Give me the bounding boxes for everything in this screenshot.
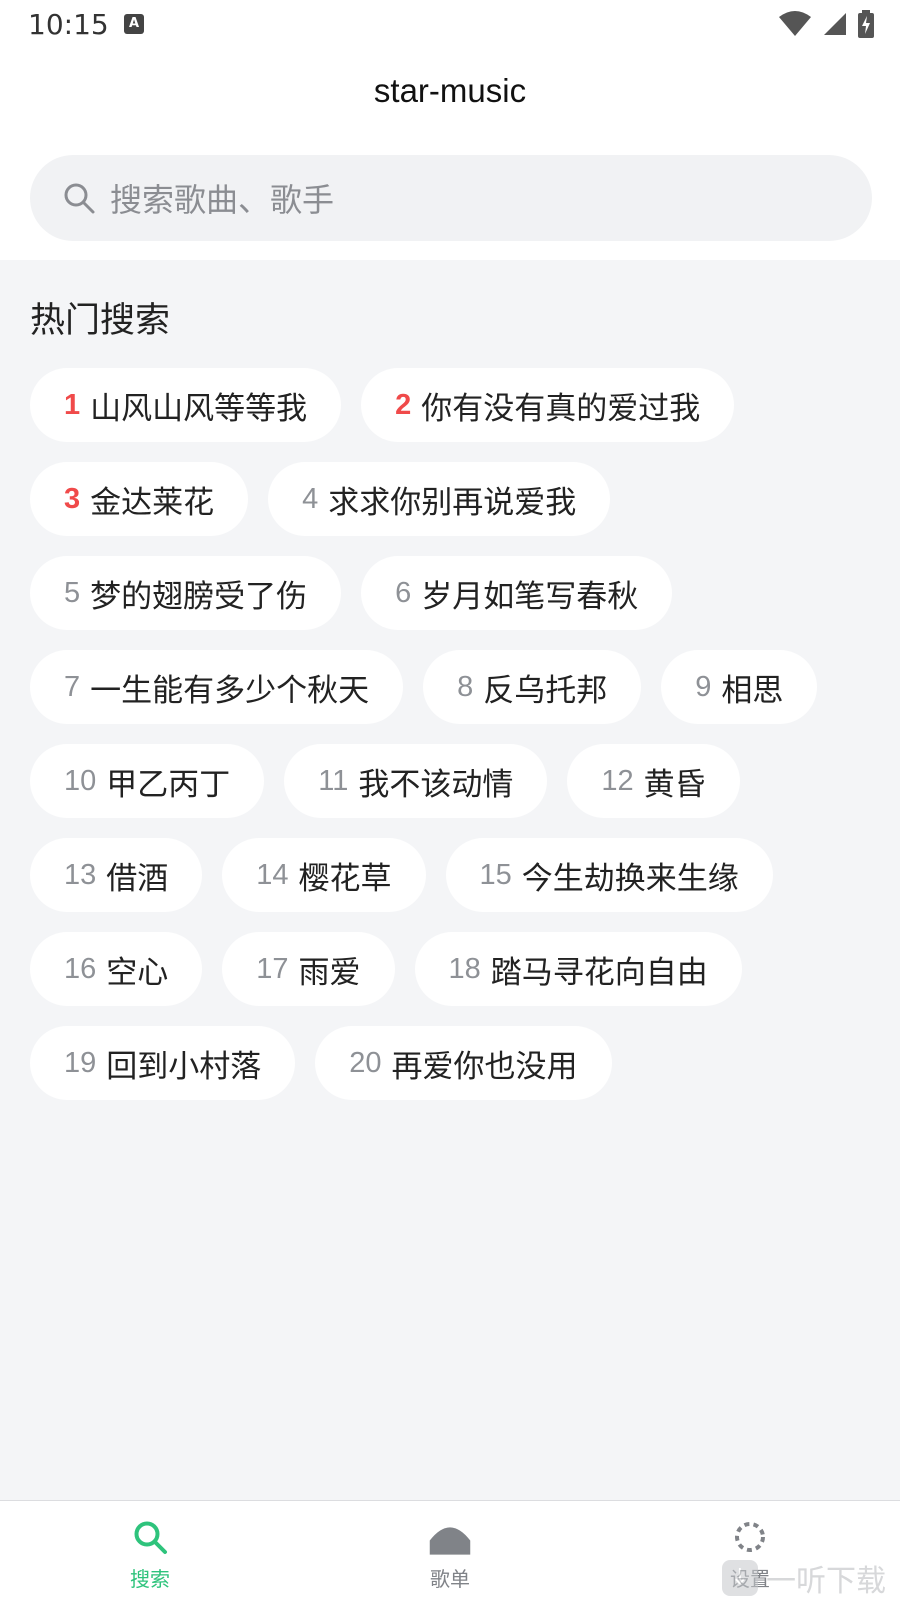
tag-text: 空心	[106, 954, 169, 991]
hot-search-title: 热门搜索	[30, 301, 171, 341]
search-input[interactable]: 搜索歌曲、歌手	[30, 155, 872, 241]
tag-text: 一生能有多少个秋天	[90, 672, 370, 709]
tag-rank: 12	[601, 764, 634, 797]
hot-search-tag[interactable]: 12 黄昏	[567, 744, 740, 818]
tag-rank: 4	[302, 482, 319, 515]
hot-search-tag[interactable]: 14 樱花草	[222, 838, 426, 912]
hot-search-tag[interactable]: 16 空心	[30, 932, 203, 1006]
search-icon	[134, 1521, 167, 1554]
tab-label: 歌单	[430, 1567, 470, 1591]
app-title: star-music	[373, 72, 527, 109]
tag-rank: 19	[64, 1046, 97, 1079]
status-icons	[778, 10, 874, 38]
tab-playlist[interactable]: 歌单	[390, 1501, 510, 1601]
tag-rank: 9	[695, 670, 712, 703]
tag-rank: 18	[448, 952, 481, 985]
status-bar: 10:15 A	[0, 0, 900, 50]
tag-text: 黄昏	[643, 766, 706, 803]
hot-search-tag[interactable]: 18 踏马寻花向自由	[414, 932, 742, 1006]
hot-search-tag[interactable]: 19 回到小村落	[30, 1026, 296, 1100]
tag-rank: 17	[256, 952, 289, 985]
tag-rank: 8	[457, 670, 474, 703]
hot-search-tag[interactable]: 6 岁月如笔写春秋	[361, 556, 673, 630]
hot-search-tag[interactable]: 9 相思	[661, 650, 818, 724]
tag-rank: 13	[64, 858, 97, 891]
tag-text: 求求你别再说爱我	[328, 484, 577, 521]
tag-rank: 14	[256, 858, 289, 891]
hot-search-tag[interactable]: 15 今生劫换来生缘	[445, 838, 773, 912]
hot-search-tag[interactable]: 4 求求你别再说爱我	[268, 462, 611, 536]
tag-rank: 3	[64, 482, 81, 515]
tag-text: 借酒	[106, 860, 169, 897]
tag-rank: 11	[318, 764, 349, 797]
notification-icon: A	[124, 14, 144, 34]
tag-rank: 16	[64, 952, 97, 985]
hot-search-tag[interactable]: 13 借酒	[30, 838, 203, 912]
search-placeholder: 搜索歌曲、歌手	[110, 181, 335, 219]
watermark-text: 一听下载	[766, 1564, 886, 1599]
header: star-music 搜索歌曲、歌手	[0, 50, 900, 260]
tag-rank: 15	[479, 858, 512, 891]
tab-search[interactable]: 搜索	[90, 1501, 210, 1601]
wifi-icon	[779, 11, 811, 36]
tag-text: 相思	[721, 672, 784, 709]
hot-search-tag[interactable]: 3 金达莱花	[30, 462, 249, 536]
tag-text: 山风山风等等我	[90, 390, 308, 427]
hot-search-tag[interactable]: 8 反乌托邦	[423, 650, 642, 724]
tag-rank: 6	[395, 576, 412, 609]
tag-text: 岁月如笔写春秋	[421, 578, 639, 615]
tag-rank: 7	[64, 670, 81, 703]
tag-text: 再爱你也没用	[391, 1048, 578, 1085]
hot-search-tag[interactable]: 10 甲乙丙丁	[30, 744, 265, 818]
hot-search-tag[interactable]: 20 再爱你也没用	[315, 1026, 612, 1100]
tag-text: 回到小村落	[106, 1048, 262, 1085]
tag-rank: 1	[64, 388, 81, 421]
tag-text: 梦的翅膀受了伤	[90, 578, 308, 615]
hot-search-tag[interactable]: 7 一生能有多少个秋天	[30, 650, 404, 724]
hot-search-tag[interactable]: 11 我不该动情	[284, 744, 548, 818]
tag-text: 雨爱	[298, 954, 361, 991]
status-time: 10:15	[28, 8, 109, 41]
tag-rank: 5	[64, 576, 81, 609]
tag-text: 今生劫换来生缘	[521, 860, 739, 897]
tag-text: 甲乙丙丁	[106, 766, 231, 803]
hot-search-tag[interactable]: 17 雨爱	[222, 932, 395, 1006]
battery-icon	[858, 10, 874, 38]
tag-text: 金达莱花	[90, 484, 215, 521]
hot-search-tag[interactable]: 2 你有没有真的爱过我	[361, 368, 735, 442]
tag-rank: 10	[64, 764, 97, 797]
tag-text: 你有没有真的爱过我	[421, 390, 701, 427]
playlist-icon	[429, 1527, 471, 1555]
tag-rank: 2	[395, 388, 412, 421]
tab-label: 搜索	[130, 1567, 170, 1591]
signal-icon	[824, 13, 846, 35]
watermark-logo-icon: ↓	[722, 1560, 758, 1596]
search-icon	[64, 183, 95, 214]
settings-icon	[735, 1522, 765, 1552]
watermark: ↓ 一听下载	[722, 1556, 886, 1600]
tag-text: 我不该动情	[358, 766, 514, 803]
hot-search-tag[interactable]: 1 山风山风等等我	[30, 368, 342, 442]
tag-text: 反乌托邦	[483, 672, 608, 709]
tag-text: 踏马寻花向自由	[490, 954, 708, 991]
tag-rank: 20	[349, 1046, 382, 1079]
hot-search-list: 1 山风山风等等我 2 你有没有真的爱过我 3 金达莱花 4 求求你别再说爱我 5 梦的翅…	[30, 368, 880, 1100]
tag-text: 樱花草	[298, 860, 392, 897]
hot-search-tag[interactable]: 5 梦的翅膀受了伤	[30, 556, 342, 630]
